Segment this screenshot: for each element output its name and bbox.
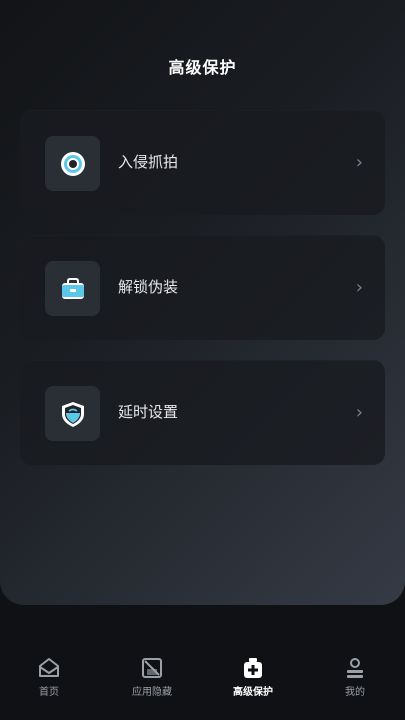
tab-home[interactable]: 首页 [4, 656, 94, 698]
tab-label: 高级保护 [233, 687, 273, 698]
page-title: 高级保护 [168, 58, 237, 77]
chevron-right-icon: › [355, 402, 363, 423]
intrusion-capture-card[interactable]: 入侵抓拍 › [20, 110, 385, 215]
delay-settings-card[interactable]: 延时设置 › [20, 360, 385, 465]
card-label: 入侵抓拍 [118, 153, 179, 171]
tab-mine[interactable]: 我的 [310, 656, 400, 698]
tab-app-hide[interactable]: 应用隐藏 [107, 656, 197, 698]
chevron-right-icon: › [355, 277, 363, 298]
briefcase-icon [45, 261, 100, 316]
unlock-disguise-card[interactable]: 解锁伪装 › [20, 235, 385, 340]
bottom-tab-bar: 首页 应用隐藏 高级保护 我的 [0, 620, 405, 720]
card-label: 解锁伪装 [118, 278, 179, 296]
camera-lens-icon [45, 136, 100, 191]
chevron-right-icon: › [355, 152, 363, 173]
plus-shield-icon [244, 658, 262, 678]
hidden-app-icon [142, 658, 162, 678]
tab-advanced-protection[interactable]: 高级保护 [208, 656, 298, 698]
card-label: 延时设置 [118, 403, 179, 421]
tab-label: 应用隐藏 [132, 687, 172, 698]
profile-icon [347, 658, 363, 678]
home-icon [39, 658, 59, 677]
tab-label: 我的 [345, 687, 365, 698]
shield-icon [45, 386, 100, 441]
tab-label: 首页 [39, 687, 59, 698]
